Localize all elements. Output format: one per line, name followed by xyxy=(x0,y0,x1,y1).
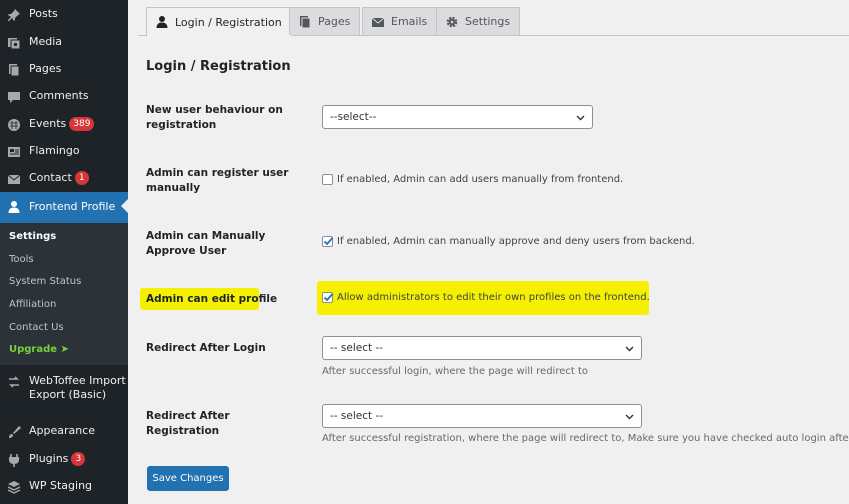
sidebar-item-plugins[interactable]: Plugins 3 xyxy=(0,452,128,468)
current-menu-arrow xyxy=(121,199,128,213)
tab-label: Pages xyxy=(318,15,351,28)
frontend-profile-submenu: Settings Tools System Status Affiliation… xyxy=(0,223,128,365)
user-icon xyxy=(8,201,20,213)
sidebar-item-label: Pages xyxy=(29,62,62,75)
select-value: -- select -- xyxy=(330,342,384,354)
save-changes-button[interactable]: Save Changes xyxy=(147,466,229,491)
sidebar-item-comments[interactable]: Comments xyxy=(0,89,128,105)
submenu-settings[interactable]: Settings xyxy=(9,231,56,242)
checkbox-description: If enabled, Admin can add users manually… xyxy=(337,174,624,185)
select-value: --select-- xyxy=(330,111,377,123)
sidebar-item-label: WebToffee Import Export (Basic) xyxy=(29,374,126,401)
admin-edit-profile-label: Admin can edit profile xyxy=(146,293,278,305)
admin-approve-label: Admin can Manually Approve User xyxy=(146,230,266,257)
redirect-after-registration-help: After successful registration, where the… xyxy=(322,433,849,444)
tab-login-registration[interactable]: Login / Registration xyxy=(146,7,292,36)
mail-icon xyxy=(371,17,385,27)
sidebar-item-frontend-profile[interactable]: Frontend Profile xyxy=(0,192,128,223)
tab-label: Login / Registration xyxy=(175,15,282,29)
redirect-after-login-select[interactable]: -- select -- xyxy=(322,336,642,360)
admin-approve-checkbox[interactable] xyxy=(322,236,334,247)
sidebar-item-media[interactable]: Media xyxy=(0,35,128,51)
new-user-behaviour-select[interactable]: --select-- xyxy=(322,105,593,129)
checkbox-description: If enabled, Admin can manually approve a… xyxy=(337,236,695,247)
sidebar-item-label: Posts xyxy=(29,7,58,20)
chevron-down-icon xyxy=(625,414,634,420)
submenu-tools[interactable]: Tools xyxy=(9,254,34,265)
sidebar-item-appearance[interactable]: Appearance xyxy=(0,424,128,440)
admin-edit-profile-checkbox[interactable] xyxy=(322,292,334,303)
staging-icon xyxy=(7,481,21,494)
select-value: -- select -- xyxy=(330,410,384,422)
sidebar-item-label: Plugins 3 xyxy=(29,452,86,466)
sidebar-item-wp-staging[interactable]: WP Staging xyxy=(0,479,128,495)
user-icon xyxy=(156,16,168,28)
sidebar-item-webtoffee[interactable]: WebToffee Import Export (Basic) xyxy=(0,374,128,404)
admin-approve-option: If enabled, Admin can manually approve a… xyxy=(322,236,695,247)
chevron-down-icon xyxy=(625,346,634,352)
sidebar-item-flamingo[interactable]: Flamingo xyxy=(0,144,128,160)
upgrade-arrow-icon: ➤ xyxy=(60,344,69,355)
tab-label: Emails xyxy=(391,15,428,28)
sidebar-item-label: Contact 1 xyxy=(29,171,89,185)
tab-settings[interactable]: Settings xyxy=(436,7,521,35)
calendar-icon xyxy=(8,119,20,131)
sidebar-item-label: Events 389 xyxy=(29,117,95,131)
sidebar-item-label: Flamingo xyxy=(29,144,80,157)
submenu-contact-us[interactable]: Contact Us xyxy=(9,322,64,333)
checkmark-icon xyxy=(323,237,334,246)
events-count-badge: 389 xyxy=(69,117,95,131)
plugin-icon xyxy=(9,454,19,467)
checkbox-description: Allow administrators to edit their own p… xyxy=(337,292,650,303)
comment-icon xyxy=(8,92,20,103)
sidebar-item-events[interactable]: Events 389 xyxy=(0,117,128,133)
import-export-icon xyxy=(9,376,19,388)
brush-icon xyxy=(9,426,21,438)
contact-count-badge: 1 xyxy=(74,171,89,185)
pin-icon xyxy=(8,9,20,21)
sidebar-item-label: Media xyxy=(29,35,63,48)
admin-edit-profile-option: Allow administrators to edit their own p… xyxy=(322,292,650,303)
pages-icon xyxy=(9,64,20,77)
section-title: Login / Registration xyxy=(146,59,291,74)
redirect-after-login-help: After successful login, where the page w… xyxy=(322,366,589,377)
sidebar-item-pages[interactable]: Pages xyxy=(0,62,128,78)
redirect-after-login-label: Redirect After Login xyxy=(146,342,266,354)
admin-sidebar: Posts Media Pages Comments Events 389 Fla… xyxy=(0,0,128,504)
sidebar-item-contact[interactable]: Contact 1 xyxy=(0,171,128,187)
sidebar-item-label: Appearance xyxy=(29,424,96,437)
sidebar-item-posts[interactable]: Posts xyxy=(0,7,128,23)
redirect-after-registration-label: Redirect After Registration xyxy=(146,410,230,437)
chevron-down-icon xyxy=(576,115,585,121)
submenu-system-status[interactable]: System Status xyxy=(9,276,81,287)
flamingo-icon xyxy=(8,147,20,157)
checkmark-icon xyxy=(323,293,334,302)
media-icon xyxy=(8,38,21,50)
admin-register-checkbox[interactable] xyxy=(322,174,333,185)
new-user-behaviour-label: New user behaviour on registration xyxy=(146,104,283,131)
admin-register-option: If enabled, Admin can add users manually… xyxy=(322,174,623,185)
admin-register-label: Admin can register user manually xyxy=(146,167,289,194)
gear-icon xyxy=(446,16,458,27)
submenu-upgrade[interactable]: Upgrade ➤ xyxy=(9,344,69,355)
pages-icon xyxy=(300,15,311,28)
sidebar-item-label: WP Staging xyxy=(29,479,93,492)
tab-pages[interactable]: Pages xyxy=(289,7,361,35)
sidebar-item-label: Comments xyxy=(29,89,89,102)
tab-emails[interactable]: Emails xyxy=(362,7,438,35)
mail-icon xyxy=(7,174,21,184)
tab-label: Settings xyxy=(465,15,511,28)
sidebar-item-label: Frontend Profile xyxy=(29,200,116,213)
plugins-count-badge: 3 xyxy=(71,452,86,466)
submenu-affiliation[interactable]: Affiliation xyxy=(9,299,56,310)
redirect-after-registration-select[interactable]: -- select -- xyxy=(322,404,642,428)
